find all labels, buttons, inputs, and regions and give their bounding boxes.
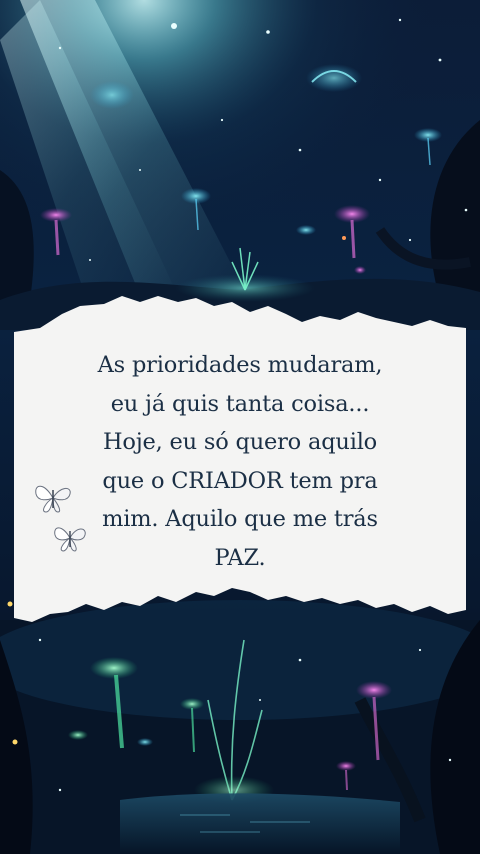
quote-text: As prioridades mudaram, eu já quis tanta… (70, 346, 410, 577)
quote-line: As prioridades mudaram, (97, 352, 383, 378)
quote-line: que o CRIADOR tem pra (102, 467, 378, 494)
story-frame: As prioridades mudaram, eu já quis tanta… (0, 0, 480, 854)
butterfly-icon (35, 485, 71, 513)
quote-line: eu já quis tanta coisa... (110, 390, 370, 417)
quote-line: Hoje, eu só quero aquilo (102, 429, 378, 455)
quote-line: PAZ. (214, 544, 266, 571)
quote-line: mim. Aquilo que me trás (102, 506, 378, 532)
butterfly-icon (54, 527, 86, 552)
